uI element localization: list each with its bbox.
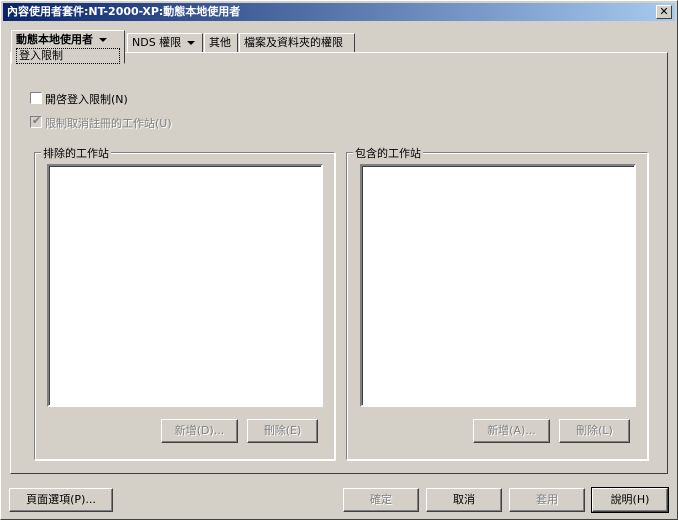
tab-label: 檔案及資料夾的權限 <box>244 36 343 49</box>
included-workstations-title: 包含的工作站 <box>353 145 423 161</box>
enable-login-restrictions-checkbox[interactable] <box>30 92 42 104</box>
included-workstations-list[interactable] <box>360 164 636 407</box>
tab-dynamic-local-user[interactable]: 動態本地使用者 登入限制 <box>11 30 125 64</box>
tab-label: 動態本地使用者 <box>16 33 93 46</box>
tab-file-folder-rights[interactable]: 檔案及資料夾的權限 <box>239 33 355 53</box>
cancel-button[interactable]: 取消 <box>426 488 502 512</box>
apply-button: 套用 <box>509 488 585 512</box>
page-options-button[interactable]: 頁面選項(P)... <box>9 488 113 512</box>
tab-other[interactable]: 其他 <box>204 33 238 53</box>
tab-label: NDS 權限 <box>132 36 182 49</box>
excluded-add-button: 新增(D)... <box>161 419 238 443</box>
excluded-workstations-group: 排除的工作站 新增(D)... 刪除(E) <box>34 145 335 460</box>
window-title: 內容使用者套件:NT-2000-XP:動態本地使用者 <box>7 5 241 18</box>
excluded-remove-button: 刪除(E) <box>247 419 318 443</box>
tab-nds-rights[interactable]: NDS 權限 <box>127 33 203 53</box>
included-remove-button: 刪除(L) <box>559 419 630 443</box>
properties-dialog: 內容使用者套件:NT-2000-XP:動態本地使用者 ✕ 動態本地使用者 登入限… <box>0 0 678 520</box>
excluded-workstations-list[interactable] <box>47 164 323 407</box>
excluded-workstations-title: 排除的工作站 <box>41 145 111 161</box>
title-bar: 內容使用者套件:NT-2000-XP:動態本地使用者 ✕ <box>3 3 675 21</box>
chevron-down-icon[interactable] <box>187 41 196 45</box>
tab-label: 其他 <box>209 36 231 49</box>
included-add-button: 新增(A)... <box>473 419 550 443</box>
tab-panel: 開啓登入限制(N) ✔ 限制取消註冊的工作站(U) 排除的工作站 新增(D)..… <box>10 52 668 474</box>
ok-button: 確定 <box>343 488 419 512</box>
restrict-deregistered-label: 限制取消註冊的工作站(U) <box>45 117 172 130</box>
included-workstations-group: 包含的工作站 新增(A)... 刪除(L) <box>346 145 648 460</box>
enable-login-restrictions-label[interactable]: 開啓登入限制(N) <box>45 91 128 107</box>
tab-subpage-login-restrictions[interactable]: 登入限制 <box>16 48 120 64</box>
restrict-deregistered-checkbox: ✔ <box>30 114 42 128</box>
chevron-down-icon[interactable] <box>99 38 107 42</box>
close-icon[interactable]: ✕ <box>656 5 672 19</box>
help-button[interactable]: 說明(H) <box>591 487 669 513</box>
checkmark-icon: ✔ <box>32 114 42 127</box>
